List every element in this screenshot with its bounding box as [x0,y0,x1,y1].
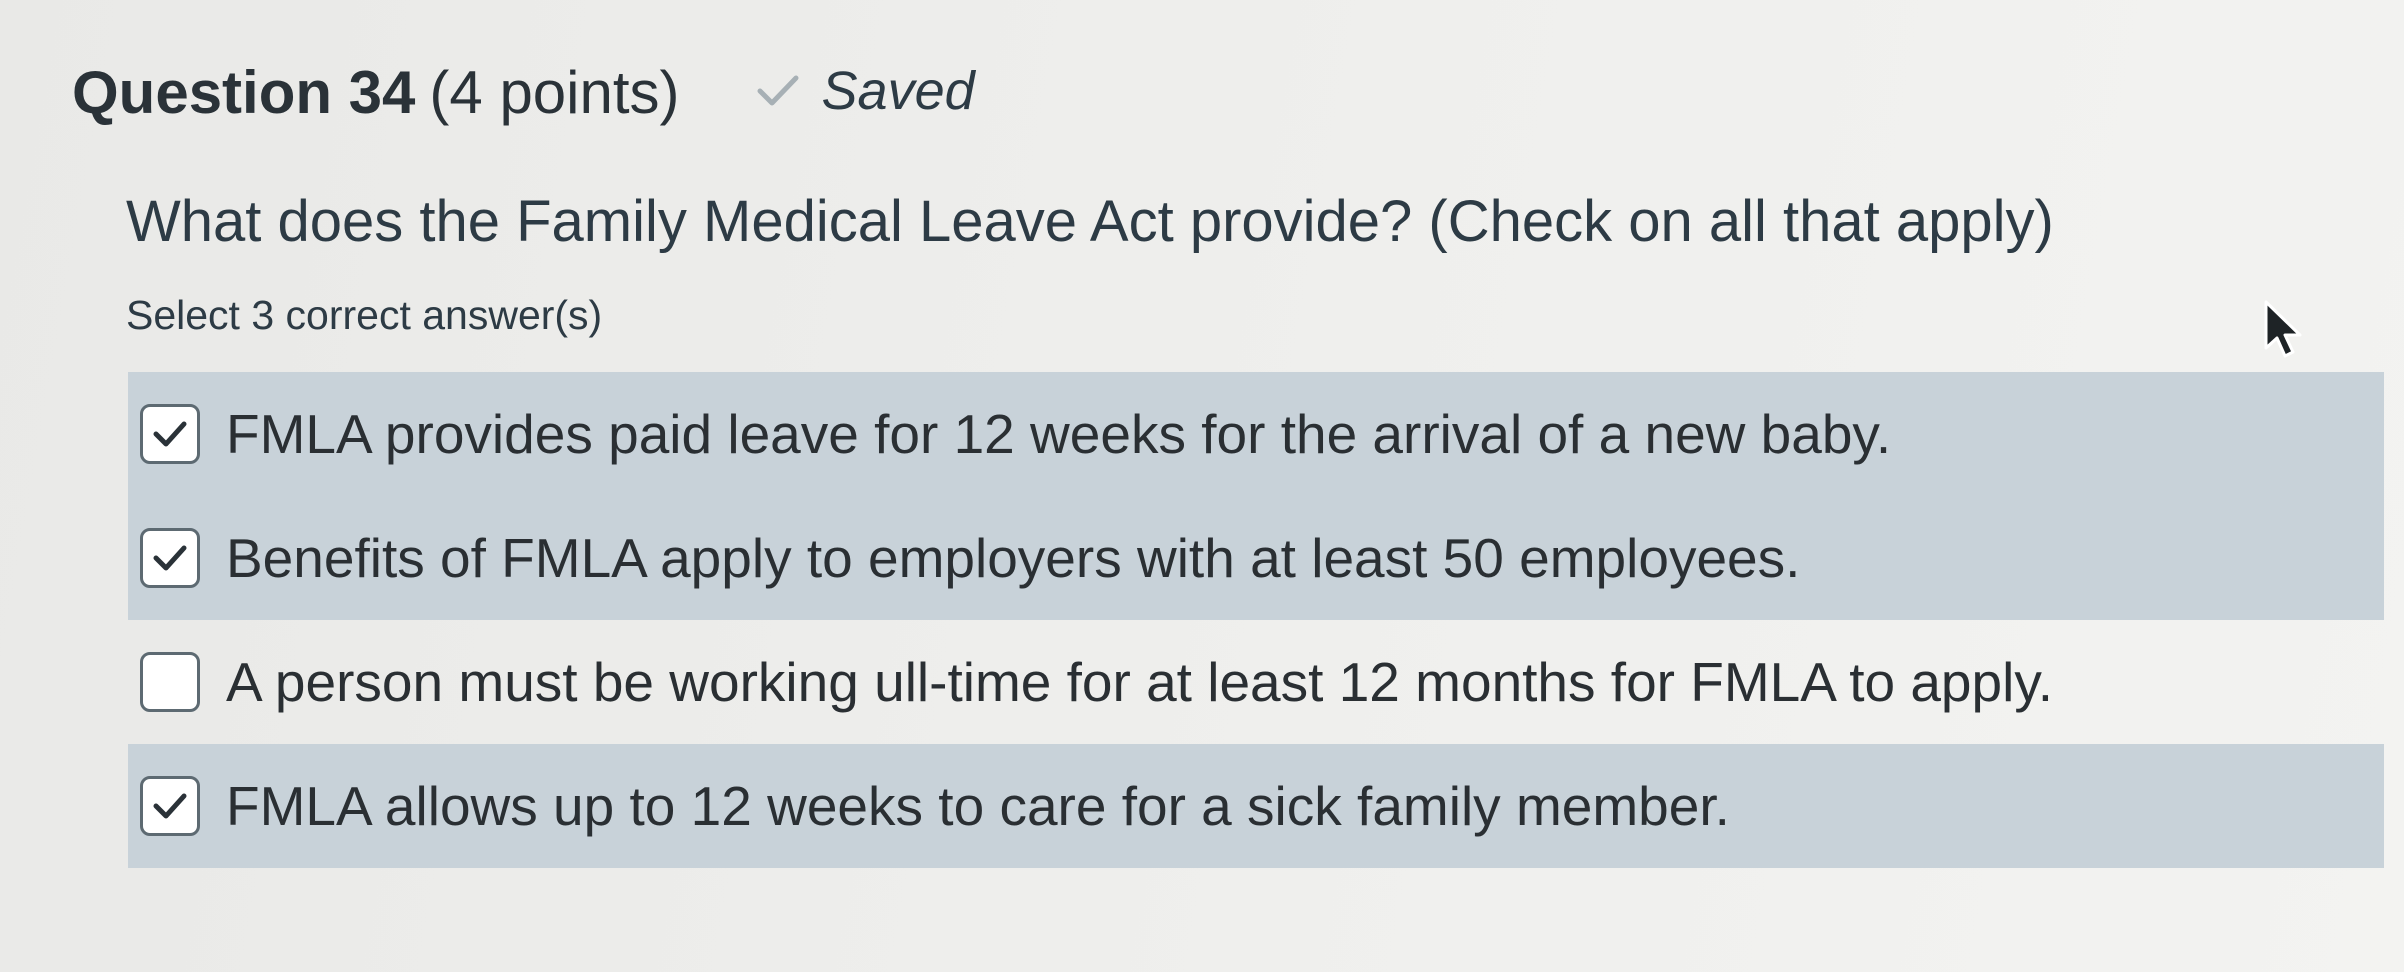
checkmark-icon [153,793,187,819]
saved-label: Saved [821,61,975,121]
answer-text: FMLA allows up to 12 weeks to care for a… [226,775,1730,837]
check-icon [756,73,800,109]
answer-option[interactable]: A person must be working ull-time for at… [128,620,2384,744]
question-prompt: What does the Family Medical Leave Act p… [126,189,2054,254]
answer-text: Benefits of FMLA apply to employers with… [226,527,1801,589]
mouse-cursor-icon [2262,300,2306,360]
answer-option[interactable]: Benefits of FMLA apply to employers with… [128,496,2384,620]
answer-checkbox[interactable] [140,528,200,588]
answer-checkbox[interactable] [140,404,200,464]
question-points: (4 points) [429,59,680,126]
checkmark-icon [153,421,187,447]
quiz-page: Question 34 (4 points) Saved What does t… [0,0,2404,972]
answer-text: A person must be working ull-time for at… [226,651,2054,713]
saved-status: Saved [756,60,975,122]
answer-instruction: Select 3 correct answer(s) [126,292,603,338]
answer-list: FMLA provides paid leave for 12 weeks fo… [128,372,2384,868]
answer-checkbox[interactable] [140,652,200,712]
answer-option[interactable]: FMLA allows up to 12 weeks to care for a… [128,744,2384,868]
answer-checkbox[interactable] [140,776,200,836]
checkmark-icon [153,545,187,571]
answer-option[interactable]: FMLA provides paid leave for 12 weeks fo… [128,372,2384,496]
answer-text: FMLA provides paid leave for 12 weeks fo… [226,403,1892,465]
question-title: Question 34 [72,59,416,126]
question-header: Question 34 (4 points) Saved [72,58,975,127]
